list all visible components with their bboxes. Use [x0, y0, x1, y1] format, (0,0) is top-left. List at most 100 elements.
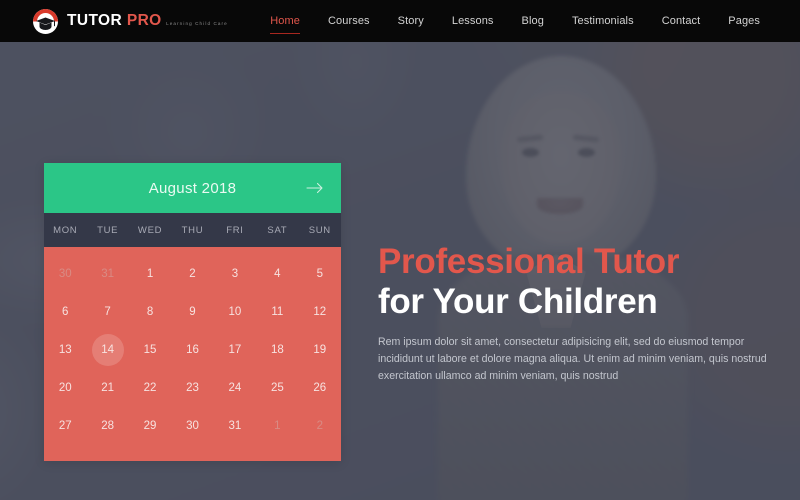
calendar-day-cell[interactable]: 1: [129, 255, 171, 293]
hero-heading-line2: for Your Children: [378, 281, 658, 321]
calendar-day-number: 2: [189, 268, 196, 280]
calendar-day-cell[interactable]: 13: [44, 331, 86, 369]
calendar-day-cell[interactable]: 10: [214, 293, 256, 331]
calendar-day-cell[interactable]: 1: [256, 407, 298, 445]
calendar-day-number: 20: [58, 382, 72, 394]
nav-item-blog[interactable]: Blog: [508, 11, 558, 31]
nav-item-lessons[interactable]: Lessons: [438, 11, 508, 31]
calendar-day-number: 15: [143, 344, 157, 356]
calendar-day-cell[interactable]: 17: [214, 331, 256, 369]
calendar-day-cell[interactable]: 4: [256, 255, 298, 293]
nav-item-pages[interactable]: Pages: [714, 11, 774, 31]
weekday-sat: SAT: [267, 224, 288, 236]
nav-item-courses[interactable]: Courses: [314, 11, 384, 31]
graduation-cap-badge-icon: [32, 8, 59, 35]
calendar-day-number: 31: [101, 268, 115, 280]
calendar-day-number: 21: [101, 382, 115, 394]
brand-logo[interactable]: TUTOR PRO Learning Child Care: [32, 8, 228, 35]
calendar-day-cell[interactable]: 8: [129, 293, 171, 331]
calendar-day-number: 27: [58, 420, 72, 432]
calendar-day-cell[interactable]: 28: [86, 407, 128, 445]
calendar-day-cell[interactable]: 18: [256, 331, 298, 369]
calendar-day-today[interactable]: 14: [86, 331, 128, 369]
calendar-day-cell[interactable]: 30: [171, 407, 213, 445]
calendar-day-number: 10: [228, 306, 242, 318]
calendar-day-cell[interactable]: 20: [44, 369, 86, 407]
calendar-day-cell[interactable]: 5: [299, 255, 341, 293]
hero-content: Professional Tutor for Your Children Rem…: [378, 242, 768, 385]
calendar-day-number: 2: [316, 420, 323, 432]
calendar-day-cell[interactable]: 31: [214, 407, 256, 445]
calendar-widget: August 2018 MON TUE WED THU FRI SAT SUN …: [44, 163, 341, 461]
calendar-day-number: 18: [270, 344, 284, 356]
calendar-day-number: 11: [271, 306, 284, 318]
top-navigation-bar: TUTOR PRO Learning Child Care Home Cours…: [0, 0, 800, 42]
calendar-day-cell[interactable]: 31: [86, 255, 128, 293]
calendar-day-cell[interactable]: 2: [299, 407, 341, 445]
calendar-day-cell[interactable]: 27: [44, 407, 86, 445]
calendar-day-number: 1: [146, 268, 154, 280]
calendar-day-number: 30: [186, 420, 199, 432]
calendar-day-number: 5: [316, 268, 323, 280]
hero-heading: Professional Tutor for Your Children: [378, 242, 768, 322]
calendar-day-cell[interactable]: 29: [129, 407, 171, 445]
calendar-day-cell[interactable]: 7: [86, 293, 128, 331]
calendar-day-cell[interactable]: 12: [299, 293, 341, 331]
calendar-month-label: August 2018: [148, 179, 237, 197]
calendar-day-cell[interactable]: 16: [171, 331, 213, 369]
hero-heading-line1: Professional Tutor: [378, 242, 680, 281]
calendar-day-cell[interactable]: 11: [256, 293, 298, 331]
main-menu: Home Courses Story Lessons Blog Testimon…: [256, 11, 774, 34]
calendar-day-number: 19: [313, 344, 327, 356]
calendar-day-cell[interactable]: 9: [171, 293, 213, 331]
calendar-day-number: 14: [101, 344, 115, 356]
nav-item-story[interactable]: Story: [384, 11, 438, 31]
hero-paragraph: Rem ipsum dolor sit amet, consectetur ad…: [378, 335, 767, 383]
calendar-day-number: 4: [274, 268, 281, 280]
weekday-fri: FRI: [226, 224, 244, 236]
calendar-day-number: 8: [146, 306, 154, 318]
calendar-day-number: 16: [186, 344, 199, 356]
brand-name-primary: TUTOR: [67, 12, 123, 29]
calendar-day-cell[interactable]: 26: [299, 369, 341, 407]
calendar-day-cell[interactable]: 6: [44, 293, 86, 331]
arrow-right-icon[interactable]: [305, 178, 325, 198]
calendar-day-number: 12: [313, 306, 327, 318]
calendar-day-number: 17: [228, 344, 242, 356]
brand-name: TUTOR PRO: [67, 12, 162, 29]
calendar-day-cell[interactable]: 3: [214, 255, 256, 293]
nav-item-home[interactable]: Home: [256, 11, 314, 34]
nav-item-testimonials[interactable]: Testimonials: [558, 11, 648, 31]
weekday-mon: MON: [53, 224, 78, 236]
calendar-day-number: 26: [313, 382, 327, 394]
calendar-day-number: 13: [58, 344, 72, 356]
calendar-day-number: 1: [274, 420, 281, 432]
calendar-day-number: 22: [143, 382, 157, 394]
calendar-day-number: 28: [101, 420, 115, 432]
calendar-day-number: 29: [143, 420, 157, 432]
calendar-day-cell[interactable]: 2: [171, 255, 213, 293]
calendar-day-cell[interactable]: 19: [299, 331, 341, 369]
calendar-day-cell[interactable]: 21: [86, 369, 128, 407]
calendar-weekday-row: MON TUE WED THU FRI SAT SUN: [44, 213, 341, 247]
weekday-thu: THU: [181, 224, 204, 236]
calendar-day-cell[interactable]: 15: [129, 331, 171, 369]
calendar-day-cell[interactable]: 23: [171, 369, 213, 407]
weekday-sun: SUN: [308, 224, 331, 236]
weekday-tue: TUE: [97, 224, 119, 236]
calendar-day-cell[interactable]: 24: [214, 369, 256, 407]
calendar-day-number: 6: [62, 306, 69, 318]
calendar-day-number: 7: [104, 306, 111, 318]
brand-text: TUTOR PRO Learning Child Care: [67, 13, 228, 29]
calendar-day-cell[interactable]: 25: [256, 369, 298, 407]
weekday-wed: WED: [137, 224, 163, 236]
brand-name-secondary: PRO: [126, 12, 162, 29]
hero-page: TUTOR PRO Learning Child Care Home Cours…: [0, 0, 800, 500]
nav-item-contact[interactable]: Contact: [648, 11, 715, 31]
calendar-day-cell[interactable]: 22: [129, 369, 171, 407]
calendar-day-number: 25: [270, 382, 284, 394]
calendar-day-number: 31: [228, 420, 242, 432]
calendar-day-number: 23: [186, 382, 199, 394]
calendar-day-cell[interactable]: 30: [44, 255, 86, 293]
calendar-day-number: 24: [228, 382, 242, 394]
